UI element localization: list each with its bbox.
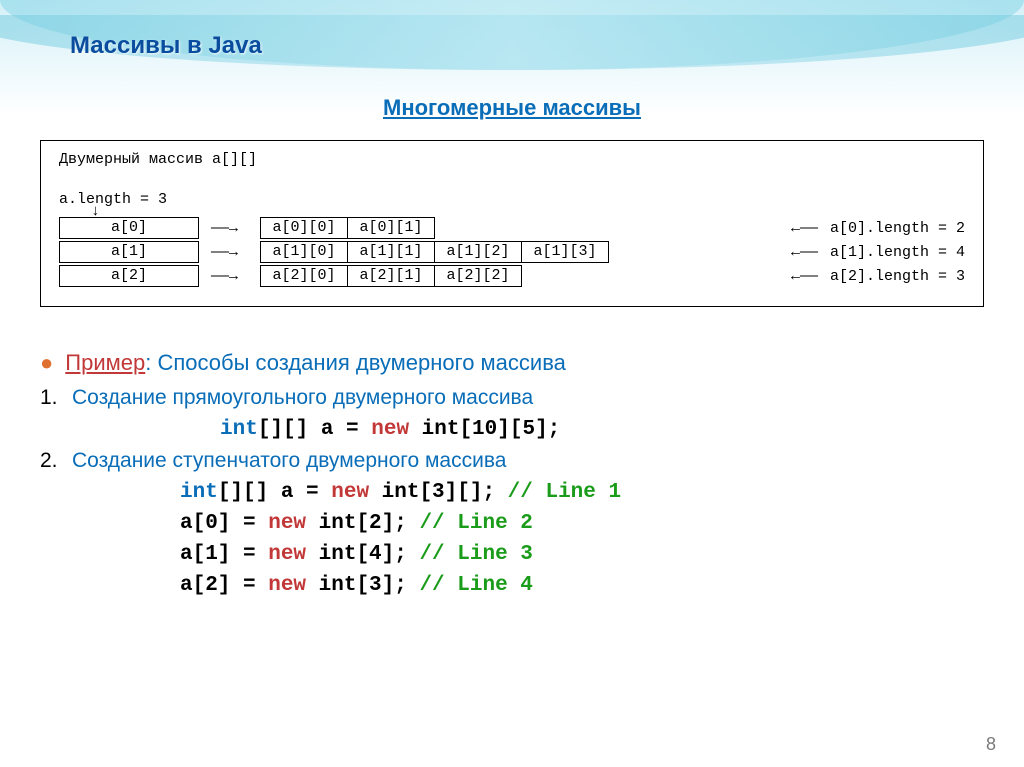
cell: a[1][3]: [521, 241, 609, 263]
code-line: int[][] a = new int[10][5];: [220, 418, 984, 441]
row-left-cell: a[0]: [59, 217, 199, 239]
row-left-cell: a[1]: [59, 241, 199, 263]
row-left-cell: a[2]: [59, 265, 199, 287]
code-line: int[][] a = new int[3][]; // Line 1: [180, 481, 984, 504]
arrow-right-icon: ——→: [211, 268, 261, 285]
diagram-row: a[1] ——→ a[1][0] a[1][1] a[1][2] a[1][3]…: [59, 240, 965, 264]
diagram-title: Двумерный массив a[][]: [59, 151, 965, 168]
row-length-label: a[2].length = 3: [830, 268, 965, 285]
code-line: a[1] = new int[4]; // Line 3: [180, 543, 984, 566]
code-line: a[2] = new int[3]; // Line 4: [180, 574, 984, 597]
list-item-1: 1. Создание прямоугольного двумерного ма…: [40, 386, 984, 410]
example-desc: : Способы создания двумерного массива: [145, 350, 566, 375]
cell: a[2][1]: [347, 265, 435, 287]
item-text: Создание ступенчатого двумерного массива: [72, 449, 506, 473]
down-arrow-icon: ↓: [91, 208, 965, 216]
content-body: ● Пример: Способы создания двумерного ма…: [40, 350, 984, 605]
code-line: a[0] = new int[2]; // Line 2: [180, 512, 984, 535]
cell: a[0][1]: [347, 217, 435, 239]
diagram-length: a.length = 3: [59, 191, 965, 208]
arrow-left-icon: ←——: [609, 244, 830, 261]
cell: a[1][2]: [434, 241, 522, 263]
cell: a[0][0]: [260, 217, 348, 239]
cell: a[1][1]: [347, 241, 435, 263]
arrow-left-icon: ←——: [435, 220, 830, 237]
page-number: 8: [986, 734, 996, 755]
diagram-row: a[2] ——→ a[2][0] a[2][1] a[2][2] ←—— a[2…: [59, 264, 965, 288]
bullet-icon: ●: [40, 350, 53, 376]
item-text: Создание прямоугольного двумерного масси…: [72, 386, 533, 410]
section-title: Многомерные массивы: [0, 95, 1024, 121]
bullet-example: ● Пример: Способы создания двумерного ма…: [40, 350, 984, 376]
diagram-box: Двумерный массив a[][] a.length = 3 ↓ a[…: [40, 140, 984, 307]
row-length-label: a[1].length = 4: [830, 244, 965, 261]
example-label: Пример: [65, 350, 145, 375]
arrow-left-icon: ←——: [522, 268, 830, 285]
arrow-right-icon: ——→: [211, 220, 261, 237]
slide-title: Массивы в Java: [70, 32, 262, 60]
item-number: 1.: [40, 386, 72, 410]
cell: a[2][2]: [434, 265, 522, 287]
diagram-row: a[0] ——→ a[0][0] a[0][1] ←—— a[0].length…: [59, 216, 965, 240]
list-item-2: 2. Создание ступенчатого двумерного масс…: [40, 449, 984, 473]
cell: a[2][0]: [260, 265, 348, 287]
cell: a[1][0]: [260, 241, 348, 263]
row-length-label: a[0].length = 2: [830, 220, 965, 237]
arrow-right-icon: ——→: [211, 244, 261, 261]
item-number: 2.: [40, 449, 72, 473]
